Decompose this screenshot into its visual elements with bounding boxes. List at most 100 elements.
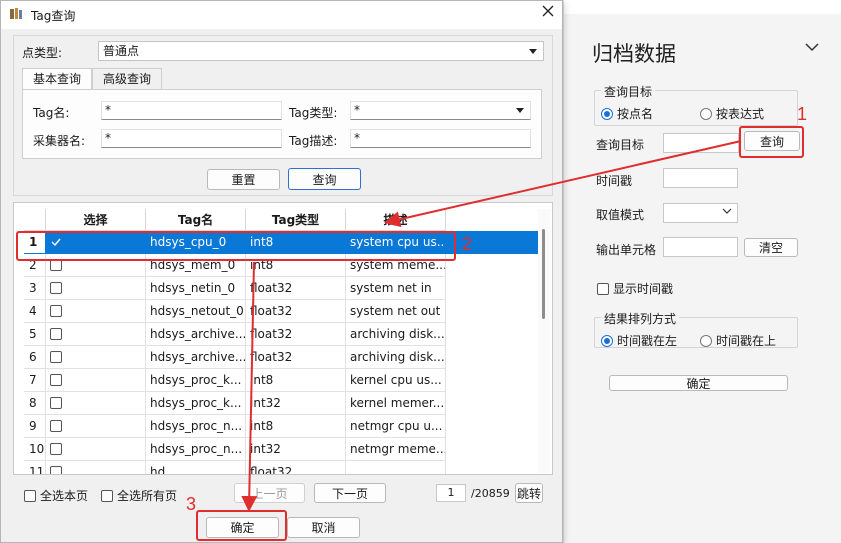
table-row[interactable]: 5 hdsys_archive... float32 archiving disk..… bbox=[24, 323, 544, 346]
table-row[interactable]: 6 hdsys_archive... float32 archiving disk..… bbox=[24, 346, 544, 369]
clear-button[interactable]: 清空 bbox=[744, 238, 798, 257]
checkbox-box bbox=[50, 305, 62, 317]
close-icon[interactable] bbox=[541, 3, 555, 23]
checkbox-box bbox=[597, 282, 609, 295]
output-cell-label: 输出单元格 bbox=[596, 243, 657, 257]
dropdown-arrow-icon bbox=[515, 104, 525, 121]
ok-button[interactable]: 确定 bbox=[206, 517, 279, 538]
tab-basic-query[interactable]: 基本查询 bbox=[22, 68, 93, 90]
dialog-title: Tag查询 bbox=[31, 9, 76, 23]
dialog-titlebar[interactable]: Tag查询 bbox=[1, 1, 562, 29]
table-row[interactable]: 11 hd... float32... bbox=[24, 461, 544, 474]
query-tabs: 基本查询 高级查询 bbox=[22, 68, 163, 90]
radio-timestamp-top[interactable]: 时间戳在上 bbox=[700, 332, 776, 349]
checkbox-box bbox=[50, 259, 62, 271]
row-select-checkbox[interactable] bbox=[46, 323, 146, 346]
cell-tag-type: float32 bbox=[246, 300, 346, 323]
vertical-scrollbar[interactable] bbox=[538, 209, 550, 473]
tab-advanced-query[interactable]: 高级查询 bbox=[92, 68, 163, 90]
table-row[interactable]: 8 hdsys_proc_k... int32 kernel memer... bbox=[24, 392, 544, 415]
row-number: 2 bbox=[24, 254, 46, 277]
checkbox-box bbox=[101, 489, 113, 502]
query-button[interactable]: 查询 bbox=[744, 131, 800, 151]
jump-button[interactable]: 跳转 bbox=[515, 483, 543, 503]
table-row[interactable]: 2 hdsys_mem_0 int8 system meme... bbox=[24, 254, 544, 277]
reset-button[interactable]: 重置 bbox=[207, 169, 280, 190]
checkbox-box bbox=[50, 374, 62, 386]
tag-name-input[interactable]: * bbox=[101, 101, 282, 120]
point-type-label: 点类型: bbox=[22, 46, 63, 60]
show-timestamp-checkbox[interactable]: 显示时间戳 bbox=[597, 280, 673, 297]
row-number: 6 bbox=[24, 346, 46, 369]
row-select-checkbox[interactable] bbox=[46, 231, 146, 254]
table-row[interactable]: 10 hdsys_proc_n... int32 netmgr meme... bbox=[24, 438, 544, 461]
cell-description: archiving disk... bbox=[346, 346, 446, 369]
row-select-checkbox[interactable] bbox=[46, 369, 146, 392]
select-all-pages-checkbox[interactable]: 全选所有页 bbox=[101, 487, 177, 504]
basic-query-body: Tag名: * Tag类型: * 采集器名: * Tag描述: * bbox=[22, 89, 542, 159]
cell-tag-type: int32 bbox=[246, 392, 346, 415]
row-number: 1 bbox=[24, 231, 46, 254]
checkbox-box bbox=[50, 420, 62, 432]
confirm-button[interactable]: 确定 bbox=[609, 375, 788, 391]
row-select-checkbox[interactable] bbox=[46, 300, 146, 323]
radio-timestamp-left[interactable]: 时间戳在左 bbox=[601, 332, 677, 349]
checkbox-box bbox=[50, 466, 62, 474]
cell-tag-name: hd... bbox=[146, 461, 246, 474]
tag-type-label: Tag类型: bbox=[289, 106, 338, 120]
radio-by-name[interactable]: 按点名 bbox=[601, 105, 653, 122]
row-select-checkbox[interactable] bbox=[46, 415, 146, 438]
row-select-checkbox[interactable] bbox=[46, 461, 146, 474]
cell-description: kernel memer... bbox=[346, 392, 446, 415]
header-select[interactable]: 选择 bbox=[46, 209, 146, 231]
tag-type-select[interactable]: * bbox=[350, 101, 531, 120]
checkbox-box bbox=[50, 443, 62, 455]
page-number-input[interactable]: 1 bbox=[436, 484, 466, 502]
header-description[interactable]: 描述 bbox=[346, 209, 446, 231]
collector-label: 采集器名: bbox=[33, 134, 86, 148]
output-cell-input[interactable] bbox=[663, 237, 738, 257]
cell-description: netmgr meme... bbox=[346, 438, 446, 461]
checkbox-box bbox=[50, 351, 62, 363]
table-row[interactable]: 3 hdsys_netin_0 float32 system net in bbox=[24, 277, 544, 300]
timestamp-label: 时间戳 bbox=[596, 174, 633, 188]
tag-desc-input[interactable]: * bbox=[350, 129, 531, 148]
header-tag-type[interactable]: Tag类型 bbox=[246, 209, 346, 231]
table-row[interactable]: 9 hdsys_proc_n... int8 netmgr cpu u... bbox=[24, 415, 544, 438]
query-button[interactable]: 查询 bbox=[288, 168, 361, 190]
row-select-checkbox[interactable] bbox=[46, 392, 146, 415]
cell-tag-name: hdsys_proc_k... bbox=[146, 369, 246, 392]
panel-title: 归档数据 bbox=[592, 42, 676, 66]
collapse-chevron-icon[interactable] bbox=[804, 38, 820, 57]
query-target-input[interactable] bbox=[663, 133, 739, 153]
row-number: 11 bbox=[24, 461, 46, 474]
point-type-select[interactable]: 普通点 bbox=[98, 41, 544, 61]
prev-page-button[interactable]: 上一页 bbox=[234, 483, 305, 503]
timestamp-input[interactable] bbox=[663, 168, 738, 188]
value-mode-select[interactable] bbox=[663, 203, 738, 223]
cell-tag-name: hdsys_netout_0 bbox=[146, 300, 246, 323]
table-row[interactable]: 4 hdsys_netout_0 float32 system net out bbox=[24, 300, 544, 323]
radio-by-expression[interactable]: 按表达式 bbox=[700, 105, 764, 122]
next-page-button[interactable]: 下一页 bbox=[314, 483, 386, 503]
header-tag-name[interactable]: Tag名 bbox=[146, 209, 246, 231]
row-select-checkbox[interactable] bbox=[46, 277, 146, 300]
scrollbar-thumb[interactable] bbox=[542, 229, 545, 319]
collector-input[interactable]: * bbox=[101, 129, 282, 148]
cell-description: system net in bbox=[346, 277, 446, 300]
row-number: 3 bbox=[24, 277, 46, 300]
row-select-checkbox[interactable] bbox=[46, 254, 146, 277]
cancel-button[interactable]: 取消 bbox=[287, 517, 360, 538]
row-select-checkbox[interactable] bbox=[46, 346, 146, 369]
table-row[interactable]: 7 hdsys_proc_k... int8 kernel cpu us... bbox=[24, 369, 544, 392]
select-page-checkbox[interactable]: 全选本页 bbox=[24, 487, 88, 504]
cell-tag-type: int8 bbox=[246, 254, 346, 277]
tag-query-dialog: Tag查询 点类型: 普通点 基本查询 高级查询 Tag名: * Tag类型: … bbox=[0, 0, 563, 543]
step-number-3: 3 bbox=[186, 494, 197, 514]
archive-data-panel: 归档数据 查询目标 按点名 按表达式 查询目标 查询 时间戳 取值模式 输出单元… bbox=[563, 0, 841, 543]
result-order-group-title: 结果排列方式 bbox=[601, 310, 680, 327]
cell-description: system meme... bbox=[346, 254, 446, 277]
row-select-checkbox[interactable] bbox=[46, 438, 146, 461]
grid-rows: 1 hdsys_cpu_0 int8 system cpu us... 2 hdsys_m… bbox=[24, 231, 544, 474]
radio-dot-selected bbox=[601, 107, 613, 120]
